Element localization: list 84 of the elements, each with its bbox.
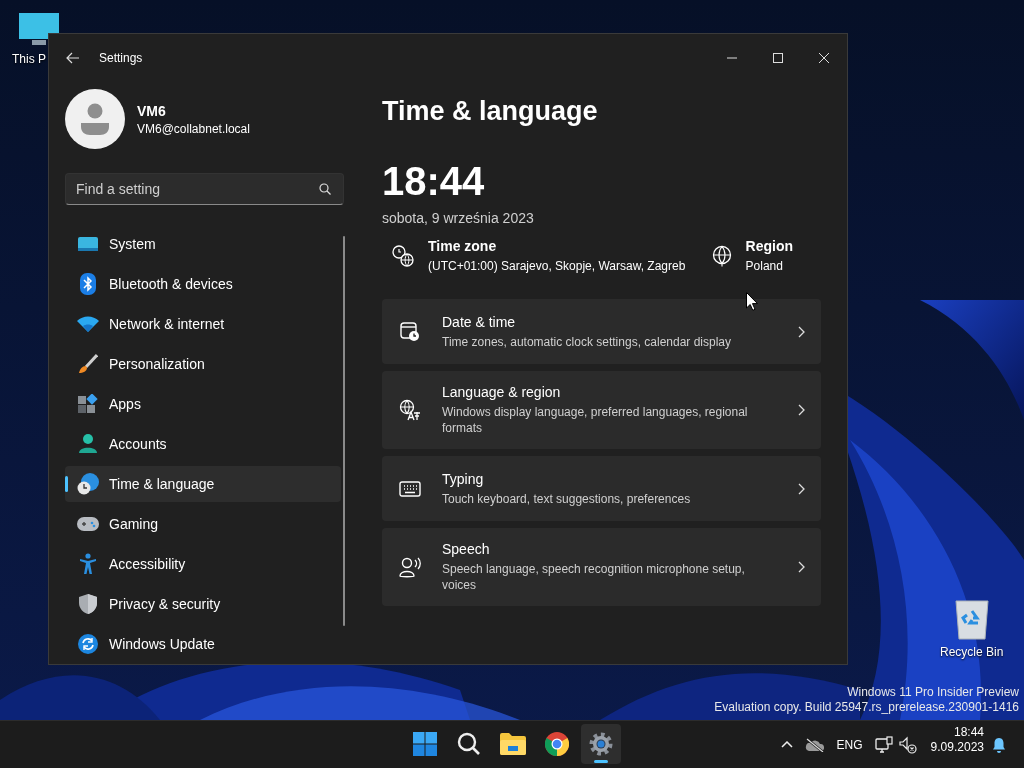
network-monitor-icon (874, 735, 893, 754)
paintbrush-icon (78, 354, 98, 374)
sidebar-item[interactable]: Personalization (65, 346, 341, 382)
sidebar-item[interactable]: Bluetooth & devices (65, 266, 341, 302)
current-time: 18:44 (382, 158, 486, 204)
current-date: sobota, 9 września 2023 (382, 210, 535, 226)
monitor-icon[interactable] (18, 12, 60, 48)
region-label: Region (745, 238, 793, 254)
chevron-right-icon (798, 482, 805, 495)
sidebar-item[interactable]: Apps (65, 386, 341, 422)
settings-link-card[interactable]: Typing Touch keyboard, text suggestions, preferences (382, 456, 821, 521)
time-zone-label: Time zone (428, 238, 498, 254)
card-title: Speech (442, 541, 491, 557)
card-title: Language & region (442, 384, 562, 400)
time-zone-value: (UTC+01:00) Sarajevo, Skopje, Warsaw, Zagreb (428, 259, 686, 273)
speech-icon (399, 556, 421, 578)
build-watermark-text: Evaluation copy. Build 25947.rs_prerelease.230901-1416 (714, 700, 1019, 715)
desktop-icon-label[interactable]: Recycle Bin (940, 645, 1004, 659)
avatar[interactable] (65, 89, 125, 149)
window-title: Settings (99, 50, 143, 65)
gamepad-icon (77, 516, 99, 532)
mouse-pointer-icon (746, 292, 758, 311)
accessibility-icon (79, 553, 97, 575)
bluetooth-icon (80, 273, 96, 295)
card-description: Windows display language, preferred languages, regional formats (442, 404, 749, 436)
page-title: Time & language (382, 95, 599, 128)
sidebar-item[interactable]: Windows Update (65, 626, 341, 662)
card-description: Touch keyboard, text suggestions, preferences (442, 490, 692, 507)
tray-time: 18:44 (953, 724, 984, 740)
search-icon (457, 732, 481, 756)
clock-button[interactable]: 18:44 9.09.2023 (922, 724, 992, 765)
close-icon (819, 52, 829, 63)
chevron-right-icon (798, 404, 805, 416)
apps-icon (78, 394, 98, 414)
sidebar-item[interactable]: Network & internet (65, 306, 341, 342)
sidebar-item[interactable]: Privacy & security (65, 586, 341, 622)
sync-icon (78, 634, 98, 654)
sidebar-item[interactable]: Gaming (65, 506, 341, 542)
folder-icon (500, 733, 526, 755)
language-icon (399, 399, 421, 421)
browser-icon (545, 732, 569, 756)
sidebar-item[interactable]: Time & language (65, 466, 341, 502)
settings-link-card[interactable]: Language & region Windows display language, preferred languages, regional formats (382, 371, 821, 449)
cloud-off-icon (804, 737, 825, 752)
calendar-clock-icon (400, 321, 420, 342)
sidebar-item[interactable]: System (65, 226, 341, 262)
build-watermark-text: Windows 11 Pro Insider Preview (847, 685, 1019, 700)
settings-link-card[interactable]: Speech Speech language, speech recognition microphone setup, voices (382, 528, 821, 606)
settings-link-card[interactable]: Date & time Time zones, automatic clock settings, calendar display (382, 299, 821, 364)
wifi-icon (77, 316, 99, 332)
taskbar-app[interactable] (581, 724, 621, 764)
desktop-icon-label[interactable]: This P (12, 52, 46, 66)
account-name: VM6 (137, 102, 167, 119)
keyboard-icon (399, 480, 421, 497)
tray-date: 9.09.2023 (930, 739, 984, 755)
chevron-right-icon (798, 561, 805, 573)
card-description: Time zones, automatic clock settings, calendar display (442, 333, 733, 350)
chevron-right-icon (798, 325, 805, 338)
person-silhouette-icon (80, 103, 110, 135)
globe-clock-icon (77, 473, 99, 495)
gear-icon (589, 732, 613, 756)
card-title: Date & time (442, 313, 517, 330)
language-indicator[interactable]: ENG (830, 724, 869, 765)
card-description: Speech language, speech recognition microphone setup, voices (442, 561, 746, 593)
region-value: Poland (745, 259, 784, 273)
bell-icon (992, 736, 1006, 753)
monitor-icon (78, 236, 98, 252)
speaker-muted-icon (898, 735, 917, 754)
account-email: VM6@collabnet.local (137, 121, 250, 136)
windows-logo-icon (413, 732, 437, 756)
globe-icon (711, 244, 732, 267)
recycle-bin-icon[interactable] (953, 597, 990, 641)
sidebar-item[interactable]: Accounts (65, 426, 341, 462)
minimize-icon (727, 56, 737, 59)
clock-globe-icon (392, 244, 414, 267)
person-icon (78, 434, 98, 454)
shield-icon (79, 594, 97, 614)
card-title: Typing (442, 470, 485, 487)
search-field[interactable]: Find a setting (65, 173, 344, 205)
chevron-up-icon (780, 741, 793, 748)
search-icon (319, 183, 331, 195)
sidebar-item[interactable]: Accessibility (65, 546, 341, 582)
back-arrow-icon (66, 51, 80, 64)
maximize-icon (773, 52, 783, 63)
